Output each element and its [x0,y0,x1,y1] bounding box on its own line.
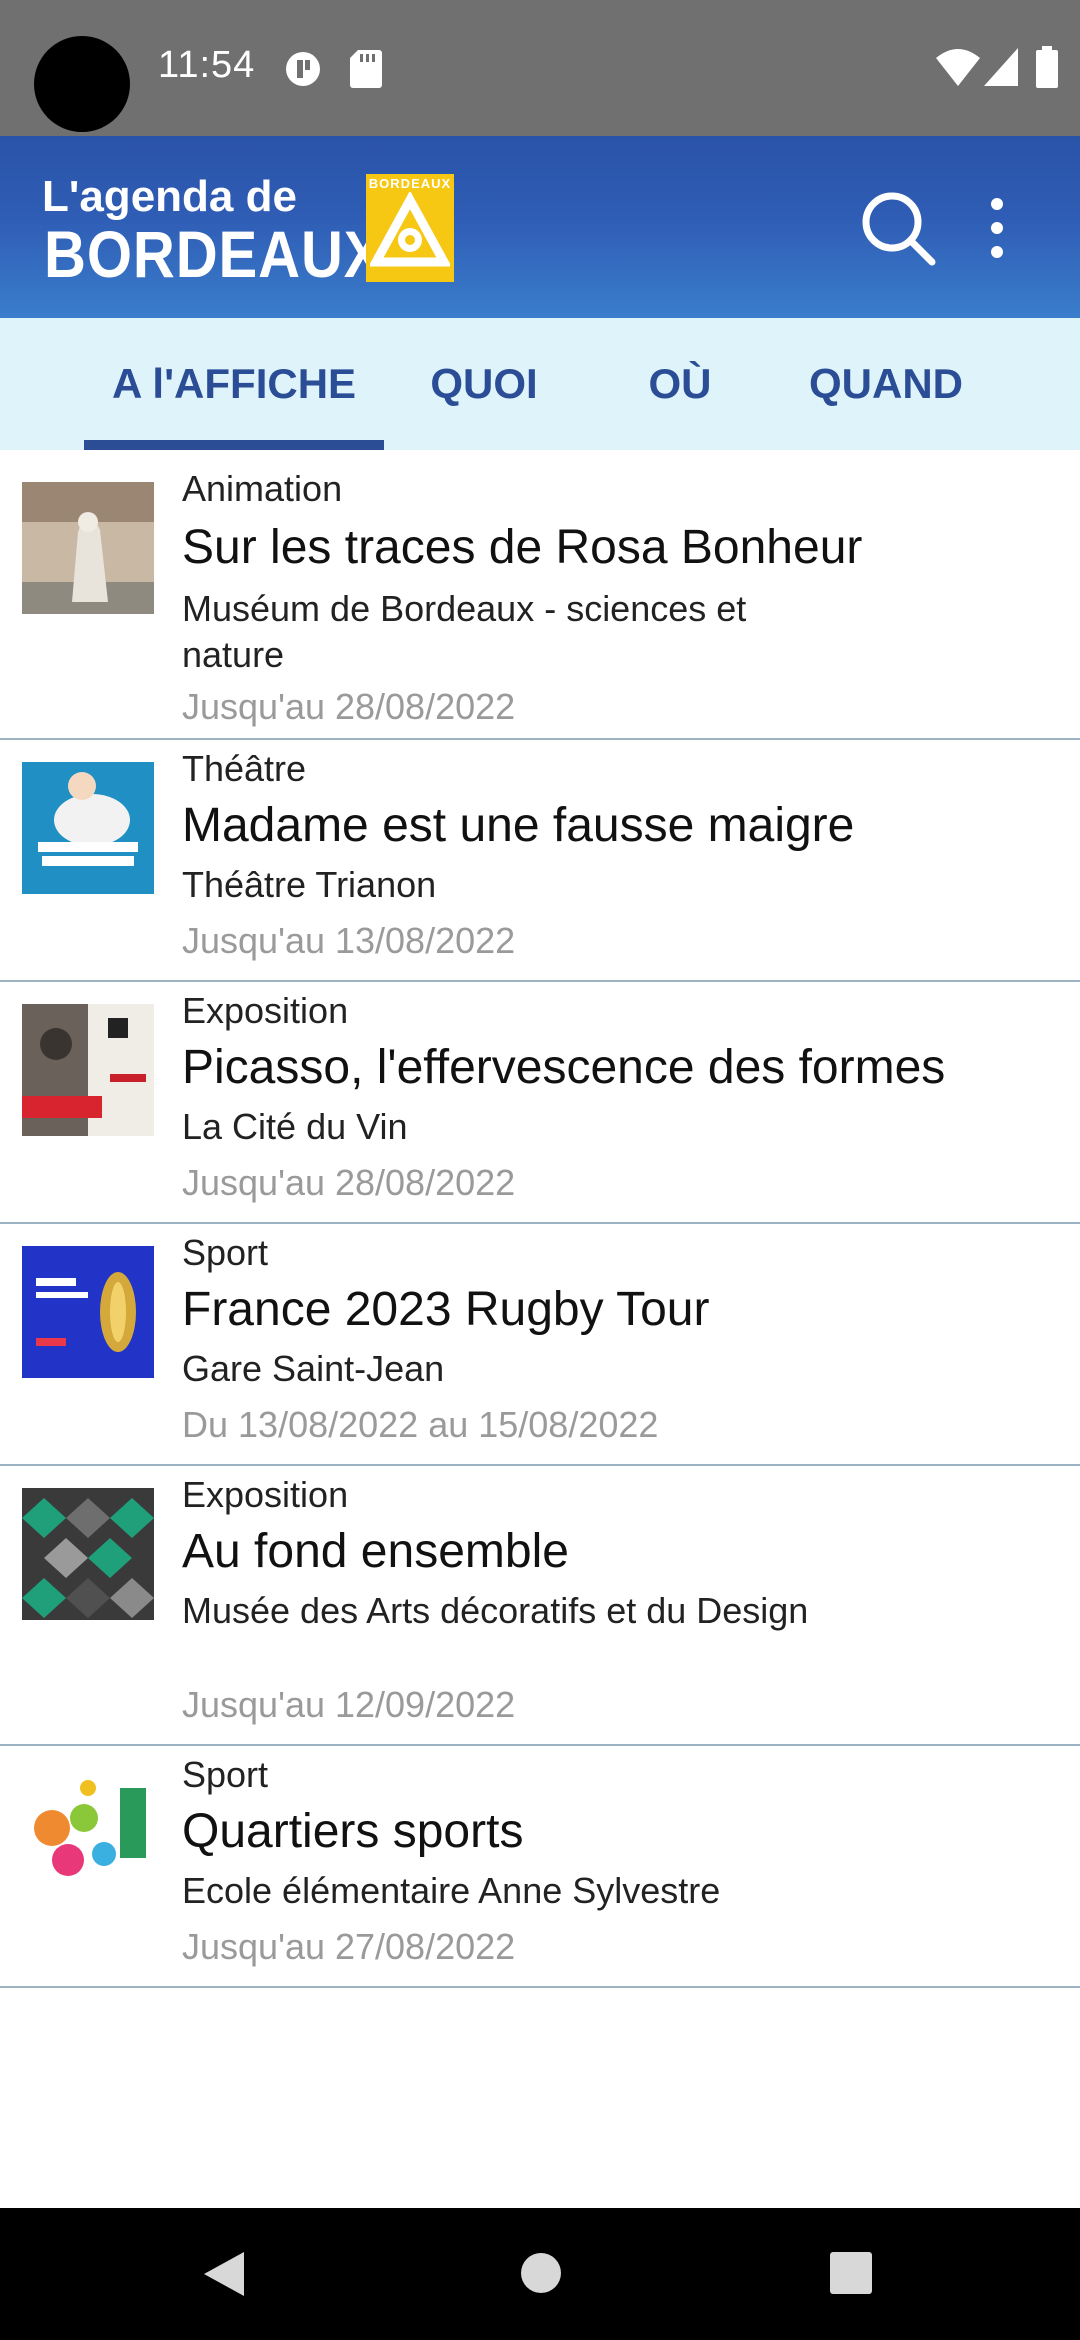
event-category: Exposition [182,1474,349,1515]
event-item[interactable]: Sport Quartiers sports Ecole élémentaire… [0,1746,1080,1988]
event-category: Exposition [182,990,349,1031]
event-date: Jusqu'au 27/08/2022 [182,1926,516,1967]
status-time: 11:54 [158,44,256,86]
status-bar: 11:54 [0,0,1080,136]
event-thumbnail [22,1488,154,1620]
wifi-icon [936,49,980,86]
tab-a-laffiche[interactable]: A l'AFFICHE [84,318,384,450]
event-category: Sport [182,1232,269,1273]
tab-quoi[interactable]: QUOI [404,318,564,450]
event-venue: Ecole élémentaire Anne Sylvestre [182,1870,721,1911]
event-thumbnail [22,1004,154,1136]
tab-bar: A l'AFFICHE QUOI OÙ QUAND [0,318,1080,450]
tab-quand[interactable]: QUAND [796,318,976,450]
back-icon[interactable] [200,2248,248,2300]
event-venue: Gare Saint-Jean [182,1348,445,1389]
event-date: Jusqu'au 28/08/2022 [182,686,516,727]
logo-badge-text: BORDEAUX [368,176,452,191]
event-thumbnail [22,482,154,614]
biohazard-icon [370,192,450,267]
system-nav-bar [0,2208,1080,2340]
more-vert-icon[interactable] [980,196,1014,260]
logo-badge: BORDEAUX [366,174,454,282]
event-venue: La Cité du Vin [182,1106,408,1147]
event-title: Madame est une fausse maigre [182,799,855,852]
logo-text-bottom: BORDEAUX [44,217,384,291]
signal-icon [984,48,1018,86]
event-thumbnail [22,1246,154,1378]
event-date: Jusqu'au 13/08/2022 [182,920,516,961]
event-title: Picasso, l'effervescence des formes [182,1041,946,1094]
event-title: Au fond ensemble [182,1525,569,1578]
event-item[interactable]: Exposition Au fond ensemble Musée des Ar… [0,1466,1080,1746]
tab-ou[interactable]: OÙ [610,318,750,450]
event-title: France 2023 Rugby Tour [182,1283,710,1336]
recents-icon[interactable] [830,2252,872,2294]
event-category: Sport [182,1754,269,1795]
event-date: Du 13/08/2022 au 15/08/2022 [182,1404,659,1445]
sd-card-icon [350,50,382,88]
event-thumbnail [22,762,154,894]
event-thumbnail [22,1768,154,1900]
event-title: Sur les traces de Rosa Bonheur [182,521,863,574]
search-icon[interactable] [858,188,938,268]
event-date: Jusqu'au 12/09/2022 [182,1684,516,1725]
event-item[interactable]: Théâtre Madame est une fausse maigre Thé… [0,740,1080,982]
event-date: Jusqu'au 28/08/2022 [182,1162,516,1203]
event-category: Théâtre [182,748,307,789]
event-venue: Muséum de Bordeaux - sciences et nature [182,588,747,675]
event-title: Quartiers sports [182,1805,524,1858]
event-category: Animation [182,468,343,509]
battery-icon [1036,46,1058,88]
logo-text-top: L'agenda de [42,172,297,221]
event-venue: Musée des Arts décoratifs et du Design [182,1590,809,1631]
event-venue: Théâtre Trianon [182,864,437,905]
tab-indicator [84,440,384,450]
event-item[interactable]: Sport France 2023 Rugby Tour Gare Saint-… [0,1224,1080,1466]
event-item[interactable]: Animation Sur les traces de Rosa Bonheur… [0,450,1080,740]
home-icon[interactable] [520,2252,562,2294]
vpn-key-icon [286,52,320,86]
event-item[interactable]: Exposition Picasso, l'effervescence des … [0,982,1080,1224]
camera-cutout [34,36,130,132]
